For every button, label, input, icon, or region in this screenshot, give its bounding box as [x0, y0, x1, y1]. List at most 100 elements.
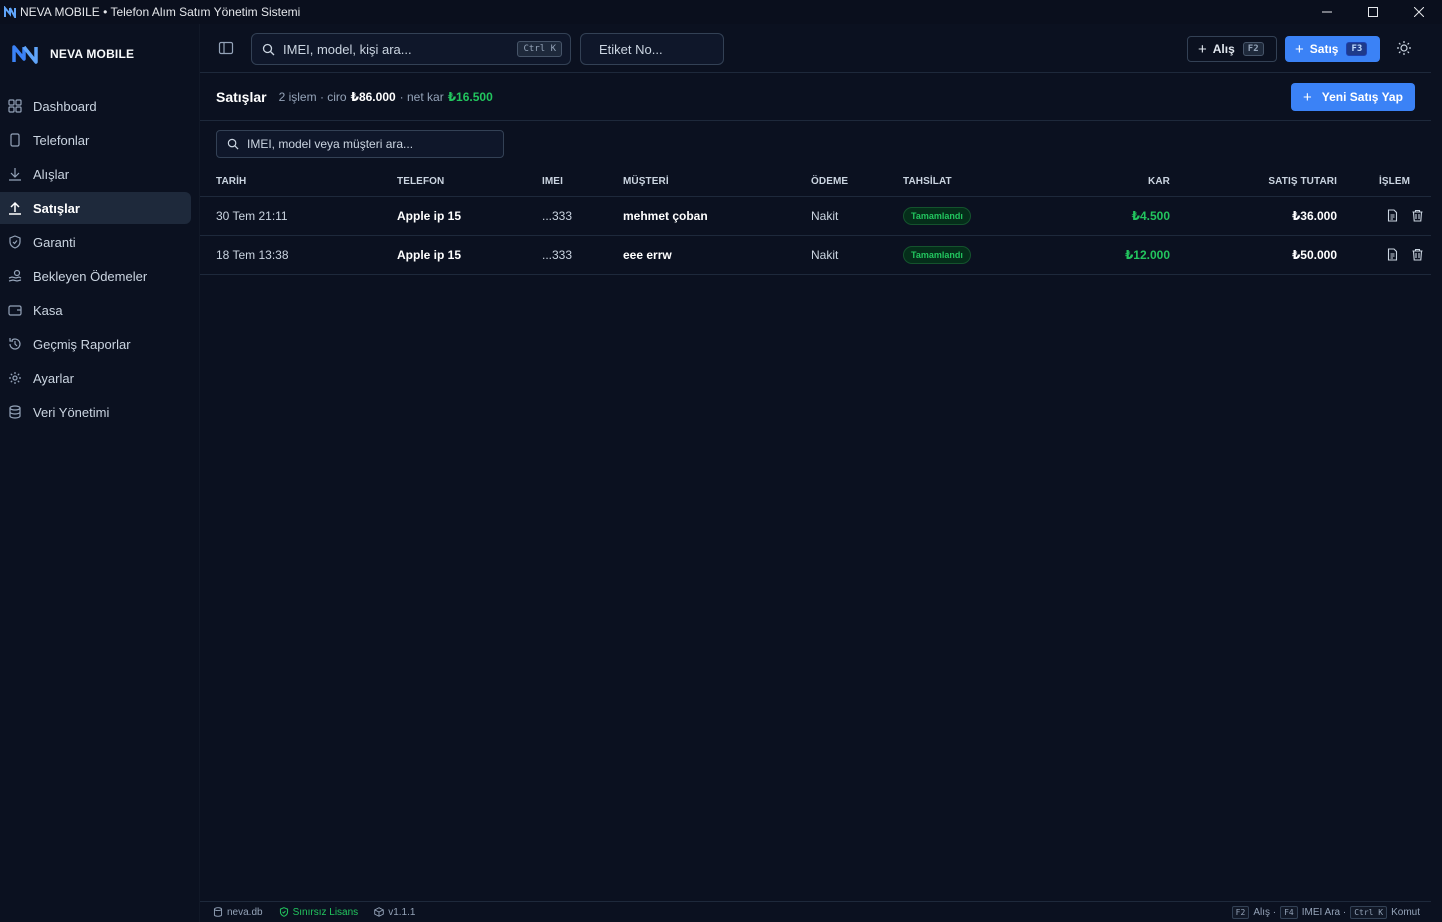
- statusbar: neva.db Sınırsız Lisans v1.1.1 F2 Alış ·…: [200, 901, 1432, 922]
- hand-coins-icon: [8, 269, 22, 283]
- cell-profit: ₺12.000: [1053, 234, 1170, 275]
- table-row[interactable]: 30 Tem 21:11 Apple ip 15 ...333 mehmet ç…: [200, 195, 1432, 235]
- col-header[interactable]: ÖDEME: [811, 168, 903, 196]
- window-title: NEVA MOBILE • Telefon Alım Satım Yönetim…: [20, 5, 301, 19]
- search-icon: [262, 43, 275, 55]
- sidebar-item-label: Kasa: [33, 302, 63, 318]
- gear-icon: [8, 371, 22, 385]
- sidebar-item-label: Satışlar: [33, 200, 80, 216]
- plus-icon: +: [1303, 88, 1312, 106]
- page-header: Satışlar 2 işlem · ciro ₺86.000 · net ka…: [200, 73, 1431, 121]
- sidebar-item-gecmis-raporlar[interactable]: Geçmiş Raporlar: [0, 328, 191, 360]
- table-row[interactable]: 18 Tem 13:38 Apple ip 15 ...333 eee errw…: [200, 234, 1432, 275]
- cell-payment: Nakit: [811, 234, 903, 275]
- col-header[interactable]: MÜŞTERİ: [623, 168, 811, 196]
- tag-search-input[interactable]: [599, 41, 775, 57]
- sidebar-item-ayarlar[interactable]: Ayarlar: [0, 362, 191, 394]
- col-header[interactable]: TELEFON: [397, 168, 542, 196]
- sidebar-item-label: Dashboard: [33, 98, 97, 114]
- phone-icon: [8, 133, 22, 147]
- upload-icon: [8, 201, 22, 215]
- shortcut-key: F4: [1280, 905, 1298, 919]
- download-icon: [8, 167, 22, 181]
- sidebar-item-veri-yonetimi[interactable]: Veri Yönetimi: [0, 396, 191, 428]
- satis-shortcut: F3: [1346, 42, 1368, 56]
- sidebar-item-kasa[interactable]: Kasa: [0, 294, 191, 326]
- license-label: Sınırsız Lisans: [292, 906, 359, 918]
- cell-status: Tamamlandı: [903, 234, 1053, 275]
- document-icon[interactable]: [1386, 248, 1399, 261]
- topbar: Ctrl K + Alış F2 + Satış F3: [200, 24, 1431, 73]
- trash-icon[interactable]: [1411, 209, 1424, 222]
- shield-icon: [8, 235, 22, 249]
- maximize-button[interactable]: [1350, 0, 1396, 24]
- brand[interactable]: NEVA MOBILE: [0, 24, 199, 84]
- shortcut-hints: F2 Alış · F4 IMEI Ara · Ctrl K Komut: [1231, 905, 1420, 919]
- satis-button-label: Satış: [1309, 42, 1339, 56]
- col-header[interactable]: SATIŞ TUTARI: [1170, 168, 1337, 196]
- sidebar-toggle-icon[interactable]: [218, 40, 234, 56]
- db-name: neva.db: [227, 906, 263, 918]
- satis-button[interactable]: + Satış F3: [1285, 36, 1380, 62]
- window-titlebar: NEVA MOBILE • Telefon Alım Satım Yönetim…: [0, 0, 1442, 24]
- sidebar-item-alislar[interactable]: Alışlar: [0, 158, 191, 190]
- shortcut-label: Komut: [1391, 906, 1420, 918]
- history-icon: [8, 337, 22, 351]
- minimize-button[interactable]: [1304, 0, 1350, 24]
- database-icon: [213, 907, 223, 917]
- version-label: v1.1.1: [388, 906, 416, 918]
- minimize-icon: [1322, 11, 1332, 13]
- sidebar-item-label: Geçmiş Raporlar: [33, 336, 131, 352]
- col-header: İŞLEM: [1378, 176, 1411, 188]
- alis-button-label: Alış: [1212, 42, 1235, 56]
- summary-net: ₺16.500: [447, 89, 493, 104]
- sidebar-item-label: Telefonlar: [33, 132, 90, 148]
- alis-button[interactable]: + Alış F2: [1187, 36, 1277, 62]
- global-search-input[interactable]: [283, 41, 518, 57]
- main-content: Ctrl K + Alış F2 + Satış F3 Satışlar 2 i…: [199, 24, 1432, 922]
- shield-check-icon: [279, 907, 288, 917]
- new-sale-button[interactable]: + Yeni Satış Yap: [1291, 83, 1415, 111]
- sidebar-item-telefonlar[interactable]: Telefonlar: [0, 124, 191, 156]
- trash-icon[interactable]: [1411, 248, 1424, 261]
- table-search[interactable]: [216, 130, 504, 158]
- sun-icon[interactable]: [1396, 40, 1412, 56]
- cell-payment: Nakit: [811, 195, 903, 235]
- sidebar-item-label: Alışlar: [33, 166, 70, 182]
- col-header[interactable]: TARİH: [200, 168, 397, 196]
- tag-search[interactable]: [580, 33, 775, 65]
- sidebar-item-garanti[interactable]: Garanti: [0, 226, 191, 258]
- cell-amount: ₺50.000: [1170, 234, 1337, 275]
- sidebar-item-satislar[interactable]: Satışlar: [0, 192, 191, 224]
- cell-status: Tamamlandı: [903, 195, 1053, 235]
- cell-customer: mehmet çoban: [623, 195, 811, 235]
- status-badge: Tamamlandı: [903, 206, 971, 225]
- cell-actions: [1337, 195, 1432, 235]
- document-icon[interactable]: [1386, 209, 1399, 222]
- shortcut-key: F2: [1231, 905, 1250, 919]
- cell-profit: ₺4.500: [1053, 195, 1170, 235]
- col-header[interactable]: TAHSİLAT: [903, 168, 1053, 196]
- search-icon: [227, 138, 239, 150]
- shortcut-label: Alış ·: [1253, 906, 1277, 918]
- table-search-input[interactable]: [247, 137, 503, 151]
- global-search[interactable]: Ctrl K: [251, 33, 571, 65]
- sidebar-item-bekleyen-odemeler[interactable]: Bekleyen Ödemeler: [0, 260, 191, 292]
- cell-date: 18 Tem 13:38: [200, 234, 397, 275]
- cell-date: 30 Tem 21:11: [200, 195, 397, 235]
- brand-logo-icon: [12, 45, 38, 64]
- cell-phone: Apple ip 15: [397, 234, 542, 275]
- sidebar-item-label: Veri Yönetimi: [33, 404, 110, 420]
- shortcut-key: Ctrl K: [1350, 905, 1388, 919]
- col-header[interactable]: KAR: [1053, 168, 1170, 196]
- col-header[interactable]: IMEI: [542, 168, 623, 196]
- sidebar-item-label: Garanti: [33, 234, 76, 250]
- grid-icon: [8, 99, 22, 113]
- close-icon: [1414, 7, 1424, 17]
- wallet-icon: [8, 303, 22, 317]
- close-button[interactable]: [1396, 0, 1442, 24]
- sales-table: TARİH TELEFON IMEI MÜŞTERİ ÖDEME TAHSİLA…: [200, 168, 1432, 275]
- page-title: Satışlar: [216, 88, 267, 105]
- sidebar-item-dashboard[interactable]: Dashboard: [0, 90, 191, 122]
- brand-name: NEVA MOBILE: [50, 47, 135, 61]
